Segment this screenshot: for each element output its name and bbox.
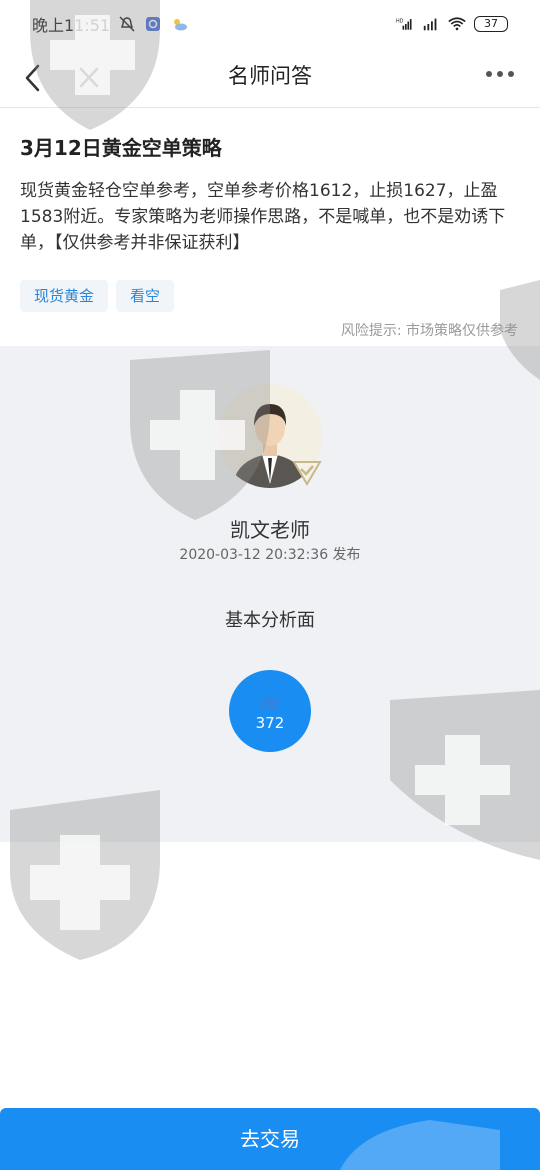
risk-note: 风险提示: 市场策略仅供参考	[340, 323, 518, 339]
tag-spot-gold[interactable]: 现货黄金	[20, 280, 109, 312]
tag-bearish[interactable]: 看空	[116, 280, 175, 312]
like-count: 372	[255, 714, 285, 732]
article-title: 3月12日黄金空单策略	[20, 136, 222, 160]
more-icon[interactable]	[482, 60, 518, 96]
status-time: 晚上11:51	[32, 16, 111, 35]
svg-text:HD: HD	[396, 18, 404, 24]
page-title: 名师问答	[228, 64, 312, 88]
article-body: 现货黄金轻仓空单参考，空单参考价格1612，止损1627，止盈1583附近。专家…	[20, 181, 506, 253]
verified-badge-icon	[292, 456, 322, 486]
trade-button[interactable]: 去交易	[0, 1108, 540, 1170]
publish-time: 2020-03-12 20:32:36 发布	[179, 547, 361, 563]
mute-icon	[118, 16, 136, 32]
like-button[interactable]: 372	[229, 670, 311, 752]
hd-signal-icon: HD	[396, 16, 414, 32]
author-section: 凯文老师 2020-03-12 20:32:36 发布 基本分析面 372	[0, 346, 540, 842]
status-left: 晚上11:51	[32, 12, 188, 36]
weather-icon	[170, 16, 188, 32]
avatar-wrap[interactable]	[218, 384, 322, 488]
app-icon	[144, 16, 162, 32]
wifi-icon	[448, 16, 466, 32]
tag-list: 现货黄金 看空	[20, 280, 175, 312]
article-card: 3月12日黄金空单策略 现货黄金轻仓空单参考，空单参考价格1612，止损1627…	[0, 108, 540, 346]
status-right: HD 37	[396, 16, 508, 32]
author-name: 凯文老师	[230, 518, 310, 542]
thumbs-up-icon	[259, 690, 281, 712]
signal-icon	[422, 16, 440, 32]
analysis-category: 基本分析面	[225, 610, 315, 631]
battery-indicator: 37	[474, 16, 508, 32]
nav-bar: 名师问答	[0, 48, 540, 108]
status-bar: 晚上11:51 HD 37	[0, 0, 540, 48]
